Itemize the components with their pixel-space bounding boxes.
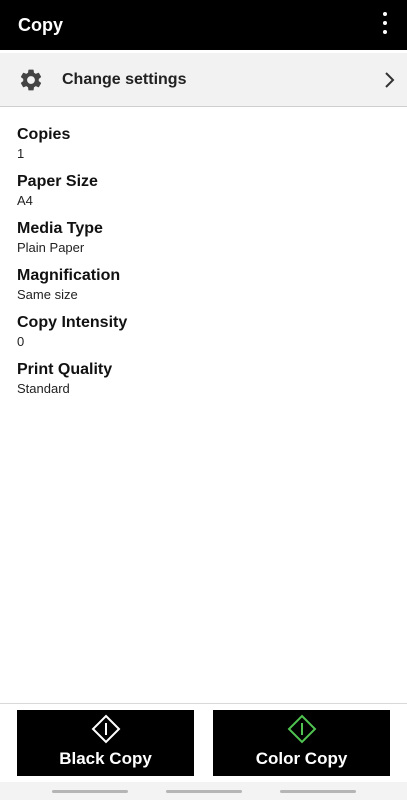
more-vert-icon[interactable] <box>379 10 391 36</box>
nav-handle[interactable] <box>166 790 242 793</box>
setting-value: Same size <box>17 287 78 302</box>
system-nav-bar <box>0 782 407 800</box>
change-settings-label: Change settings <box>62 70 187 88</box>
setting-paper-size: Paper Size A4 <box>17 172 127 219</box>
setting-magnification: Magnification Same size <box>17 266 127 313</box>
setting-copy-intensity: Copy Intensity 0 <box>17 313 127 360</box>
setting-name: Copies <box>17 126 71 143</box>
setting-copies: Copies 1 <box>17 125 127 172</box>
setting-name: Magnification <box>17 267 121 284</box>
color-copy-button[interactable]: Color Copy <box>213 710 390 776</box>
chevron-right-icon <box>385 72 395 88</box>
setting-name: Print Quality <box>17 361 113 378</box>
setting-print-quality: Print Quality Standard <box>17 360 127 407</box>
start-icon <box>287 714 316 744</box>
app-bar: Copy <box>0 0 407 50</box>
change-settings-button[interactable]: Change settings <box>0 53 407 107</box>
setting-value: 0 <box>17 334 25 349</box>
setting-value: 1 <box>17 146 25 161</box>
black-copy-label: Black Copy <box>59 749 152 768</box>
black-copy-button[interactable]: Black Copy <box>17 710 194 776</box>
setting-value: Plain Paper <box>17 240 85 255</box>
setting-media-type: Media Type Plain Paper <box>17 219 127 266</box>
setting-value: A4 <box>17 193 33 208</box>
settings-list: Copies 1 Paper Size A4 Media Type Plain … <box>17 125 127 407</box>
setting-name: Media Type <box>17 220 103 237</box>
start-icon <box>91 714 120 744</box>
color-copy-label: Color Copy <box>255 749 348 768</box>
gear-icon <box>20 69 42 91</box>
setting-name: Copy Intensity <box>17 314 128 331</box>
setting-value: Standard <box>17 381 70 396</box>
nav-handle[interactable] <box>280 790 356 793</box>
setting-name: Paper Size <box>17 173 98 190</box>
nav-handle[interactable] <box>52 790 128 793</box>
page-title: Copy <box>18 14 63 35</box>
divider <box>0 703 407 704</box>
